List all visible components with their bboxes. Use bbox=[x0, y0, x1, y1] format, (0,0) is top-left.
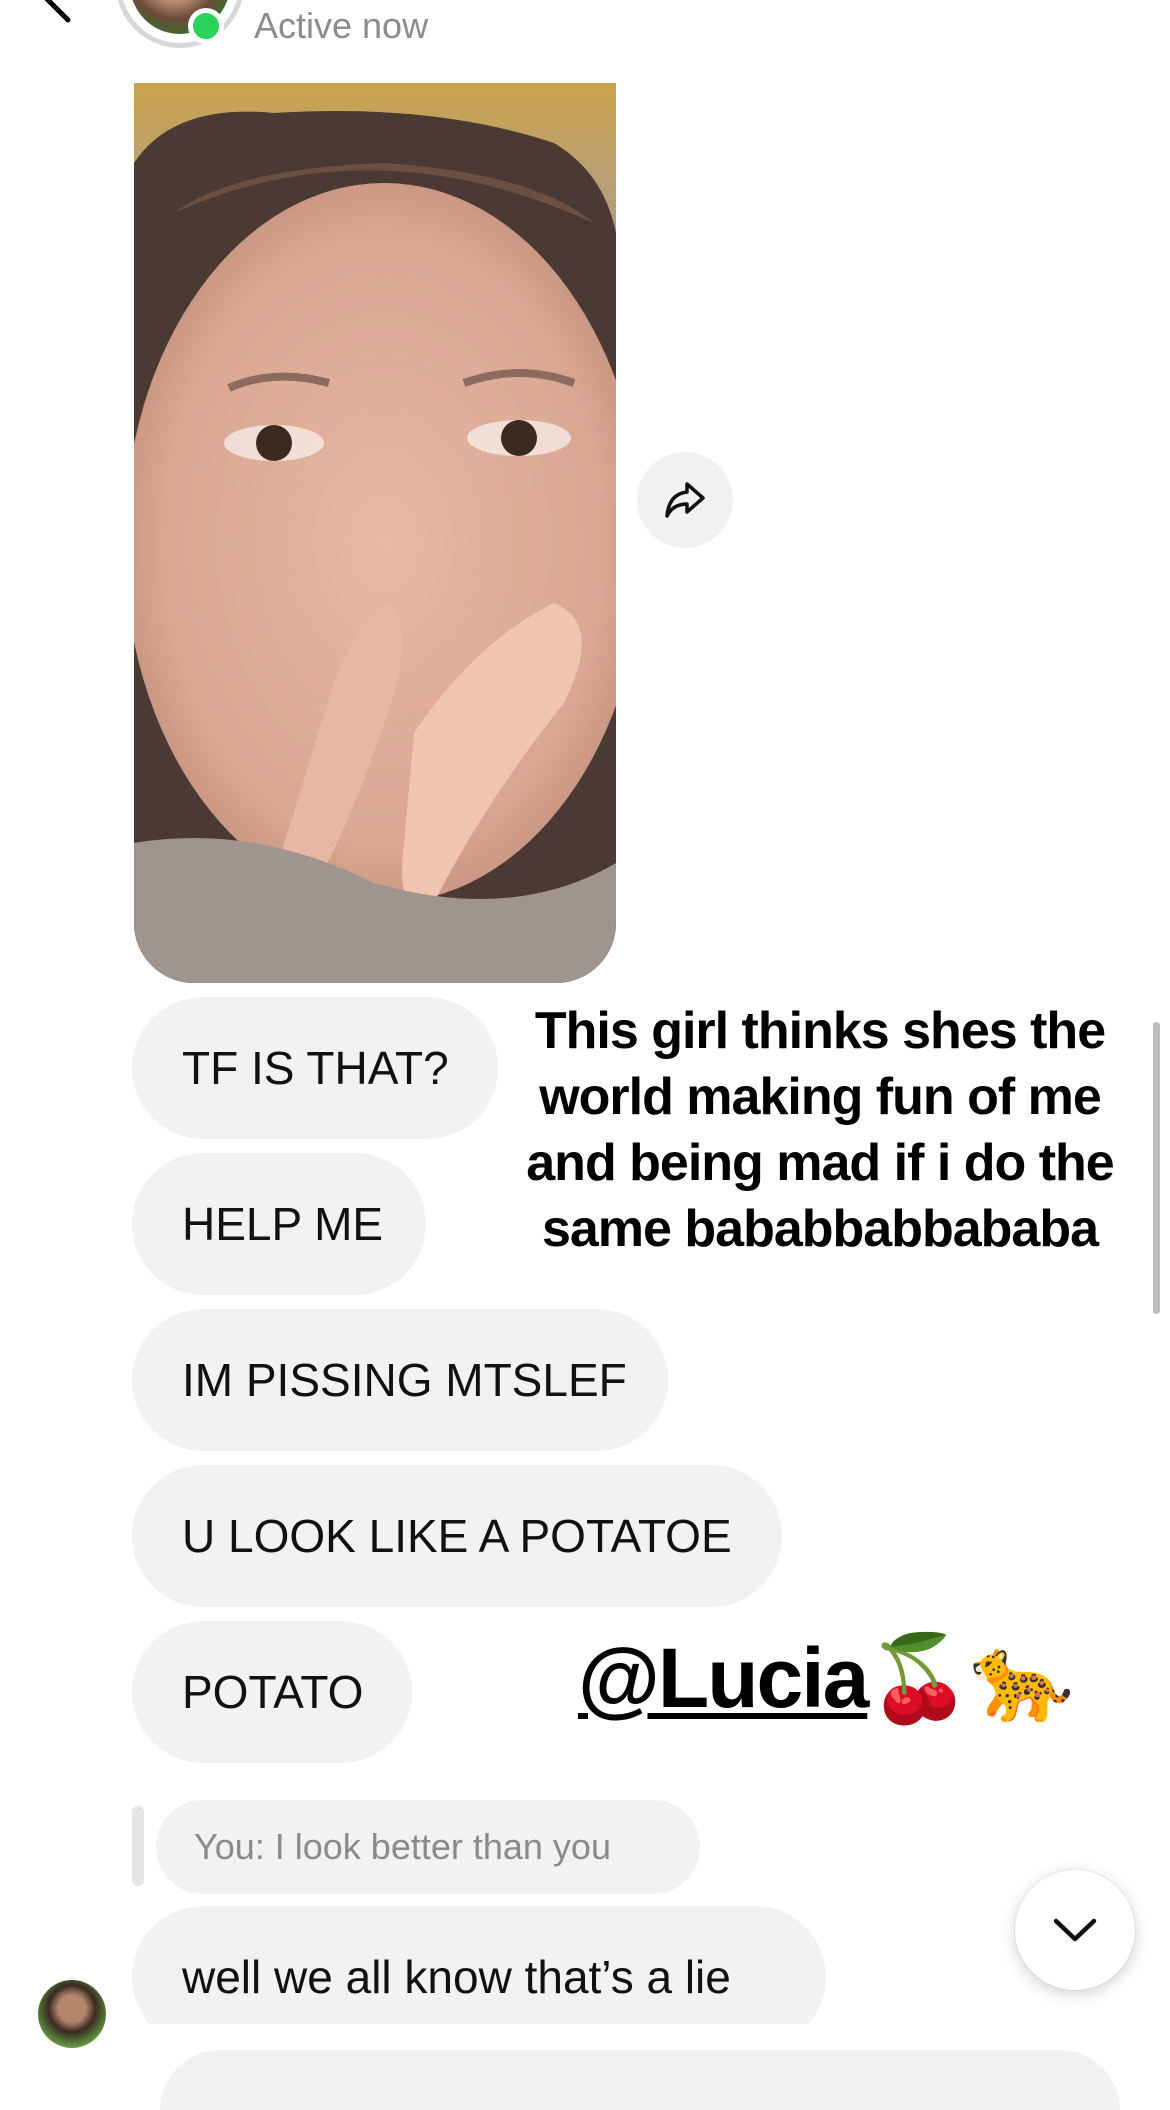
quoted-reply-preview[interactable]: You: I look better than you bbox=[156, 1800, 700, 1894]
message-bubble[interactable]: POTATO bbox=[132, 1621, 412, 1763]
active-status: Active now bbox=[254, 5, 429, 46]
message-text: IM PISSING MTSLEF bbox=[182, 1354, 627, 1406]
message-bubble[interactable]: HELP ME bbox=[132, 1153, 426, 1295]
message-text: HELP ME bbox=[182, 1198, 384, 1250]
message-bubble[interactable]: TF IS THAT? bbox=[132, 997, 498, 1139]
back-chevron-icon[interactable] bbox=[38, 0, 82, 24]
message-bubble-partial[interactable] bbox=[160, 2050, 1120, 2110]
handle-emojis: 🍒🐆 bbox=[867, 1631, 1074, 1725]
chevron-down-icon bbox=[1053, 1918, 1097, 1942]
photo-message[interactable] bbox=[134, 83, 616, 983]
ellipsis-icon[interactable] bbox=[1052, 0, 1118, 10]
share-arrow-icon bbox=[665, 482, 705, 518]
message-bubble[interactable]: IM PISSING MTSLEF bbox=[132, 1309, 668, 1451]
message-bubble[interactable]: U LOOK LIKE A POTATOE bbox=[132, 1465, 782, 1607]
message-text: U LOOK LIKE A POTATOE bbox=[182, 1510, 732, 1562]
message-text: well we all know that’s a lie bbox=[182, 1951, 731, 2003]
handle-text: @Lucia bbox=[578, 1631, 869, 1725]
scrollbar[interactable] bbox=[1153, 1022, 1160, 1314]
scroll-down-button[interactable] bbox=[1015, 1870, 1135, 1990]
overlay-caption: This girl thinks shes the world making f… bbox=[526, 1002, 1114, 1258]
sender-avatar[interactable] bbox=[38, 1980, 106, 2048]
reply-indicator-bar bbox=[132, 1806, 144, 1886]
message-text: TF IS THAT? bbox=[182, 1042, 449, 1094]
quoted-text: You: I look better than you bbox=[194, 1826, 611, 1867]
overlay-handle: @Lucia🍒🐆 bbox=[578, 1630, 1075, 1726]
share-button[interactable] bbox=[637, 452, 733, 548]
online-status-dot bbox=[188, 8, 224, 44]
message-text: POTATO bbox=[182, 1666, 364, 1718]
photo-image bbox=[134, 83, 616, 983]
